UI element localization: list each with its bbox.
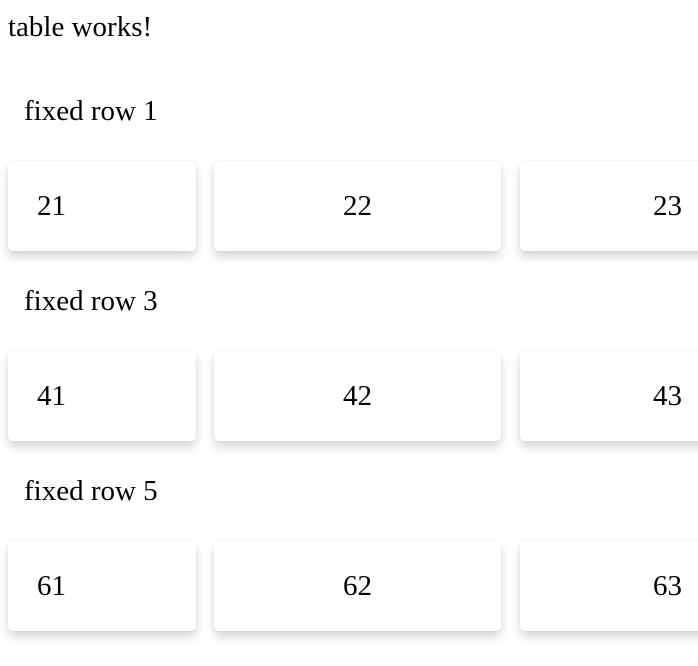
table-cell-42: 42 xyxy=(214,351,501,441)
fixed-row-5: fixed row 5 xyxy=(24,475,158,507)
table-cell-22: 22 xyxy=(214,161,501,251)
table-cell-43: 43 xyxy=(520,351,698,441)
table-cell-63: 63 xyxy=(520,541,698,631)
table-cell-41: 41 xyxy=(8,351,196,441)
page-heading: table works! xyxy=(8,11,153,43)
table-cell-62: 62 xyxy=(214,541,501,631)
fixed-row-3: fixed row 3 xyxy=(24,285,158,317)
table-cell-23: 23 xyxy=(520,161,698,251)
table-cell-61: 61 xyxy=(8,541,196,631)
fixed-row-1: fixed row 1 xyxy=(24,95,158,127)
table-cell-21: 21 xyxy=(8,161,196,251)
